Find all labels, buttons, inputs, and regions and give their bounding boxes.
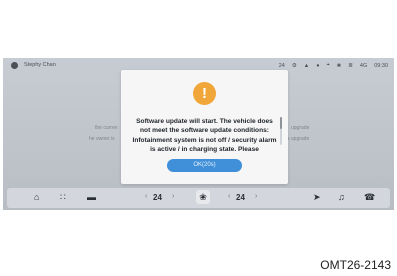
- settings-status-icon: ⚙: [291, 62, 297, 69]
- phone-icon[interactable]: ☎: [364, 192, 375, 203]
- background-text-right-2: s upgrade: [287, 136, 310, 142]
- status-temp: 24: [278, 62, 285, 69]
- network-label: 4G: [359, 62, 368, 69]
- bottom-dock: ⌂ ∷ ▬ ‹ 24 › ❀ ‹ 24 › ➤ ♫ ☎: [7, 188, 390, 208]
- background-text-left-2: he owner is: [89, 136, 115, 142]
- bluetooth-status-icon: ❀: [336, 62, 342, 69]
- signal-status-icon: ▲: [303, 62, 310, 69]
- location-status-icon: ⌖: [326, 62, 330, 68]
- music-icon[interactable]: ♫: [338, 192, 345, 203]
- infotainment-screen: Stephy Chan 24 ⚙ ▲ ● ⌖ ❀ ≣ 4G 09:30 the …: [3, 58, 394, 210]
- dialog-message: Software update will start. The vehicle …: [132, 118, 277, 153]
- temp-right-decrease-chevron[interactable]: ‹: [228, 193, 230, 200]
- car-icon[interactable]: ▬: [87, 192, 96, 203]
- apps-icon[interactable]: ∷: [60, 192, 66, 203]
- clock: 09:30: [374, 62, 388, 69]
- temp-right-increase-chevron[interactable]: ›: [255, 193, 257, 200]
- software-update-dialog: ! Software update will start. The vehicl…: [121, 70, 288, 184]
- background-text-right-1: upgrade: [291, 125, 310, 131]
- ok-button[interactable]: OK(20s): [167, 159, 242, 172]
- fan-icon[interactable]: ❀: [196, 190, 210, 204]
- user-name[interactable]: Stephy Chan: [24, 62, 56, 68]
- temp-left-increase-chevron[interactable]: ›: [172, 193, 174, 200]
- right-temperature: 24: [236, 193, 245, 202]
- figure-caption: OMT26-2143: [320, 258, 391, 272]
- user-avatar-icon[interactable]: [11, 62, 18, 69]
- dialog-scrollbar[interactable]: [280, 117, 282, 145]
- status-icons: 24 ⚙ ▲ ● ⌖ ❀ ≣ 4G 09:30: [279, 62, 388, 69]
- background-text-left-1: the curren: [95, 125, 118, 131]
- warning-icon: !: [193, 82, 216, 105]
- record-status-icon: ●: [316, 62, 320, 69]
- scrollbar-thumb[interactable]: [280, 117, 282, 129]
- navigation-icon[interactable]: ➤: [313, 192, 321, 203]
- left-temperature: 24: [153, 193, 162, 202]
- wifi-status-icon: ≣: [348, 62, 353, 69]
- temp-left-decrease-chevron[interactable]: ‹: [145, 193, 147, 200]
- home-icon[interactable]: ⌂: [34, 192, 39, 203]
